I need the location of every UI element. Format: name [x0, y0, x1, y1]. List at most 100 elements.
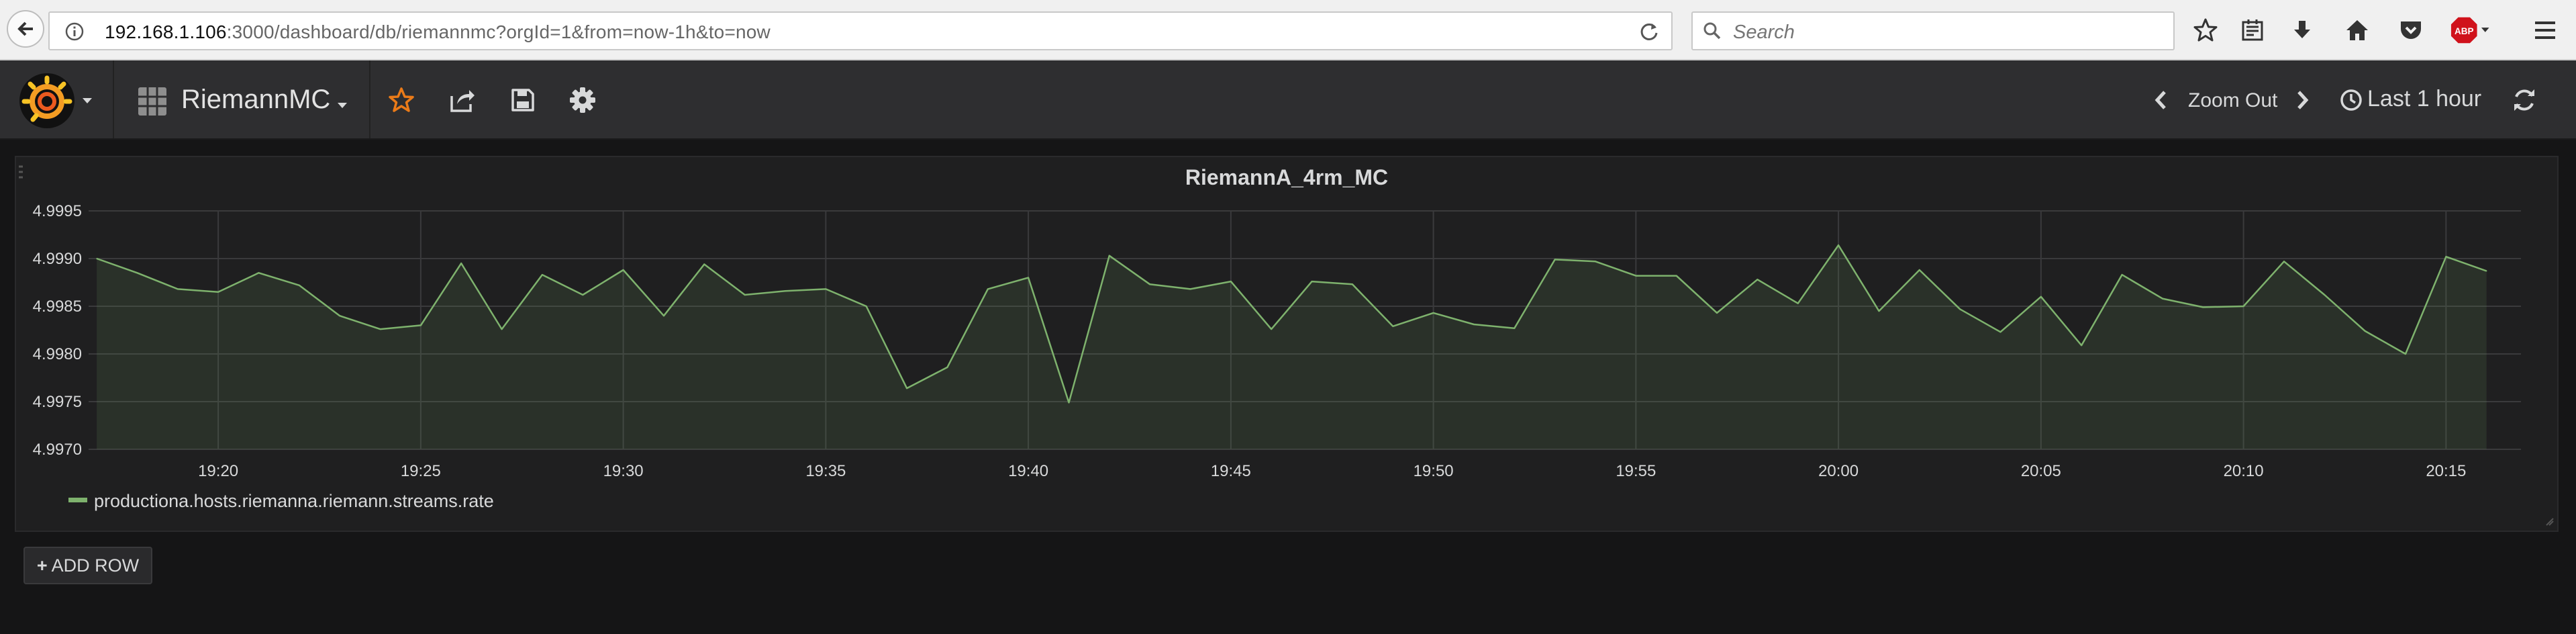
- data-point: [2162, 298, 2163, 300]
- url-bar[interactable]: 192.168.1.106:3000/dashboard/db/riemannm…: [48, 11, 1673, 50]
- data-point: [1999, 331, 2001, 333]
- info-icon[interactable]: [64, 21, 85, 42]
- data-point: [1554, 259, 1556, 261]
- x-tick-label: 19:20: [198, 462, 238, 480]
- data-point: [379, 328, 381, 330]
- data-point: [2485, 270, 2487, 272]
- grafana-menu-button[interactable]: [0, 60, 114, 138]
- share-icon: [450, 90, 475, 112]
- data-point: [1109, 255, 1110, 257]
- data-point: [1595, 261, 1596, 263]
- data-point: [1271, 328, 1273, 330]
- back-arrow-icon: [17, 21, 33, 36]
- data-point: [1756, 279, 1758, 281]
- data-point: [1919, 269, 1920, 271]
- data-point: [1838, 244, 1839, 246]
- data-point: [299, 284, 300, 286]
- dashboard-picker[interactable]: RiemannMC: [115, 60, 370, 138]
- reload-icon[interactable]: [1638, 21, 1660, 42]
- legend-series-label[interactable]: productiona.hosts.riemanna.riemann.strea…: [94, 491, 494, 511]
- x-tick-label: 19:30: [603, 462, 644, 480]
- data-point: [825, 288, 827, 290]
- adblock-icon[interactable]: ABP: [2450, 15, 2490, 45]
- legend: productiona.hosts.riemanna.riemann.strea…: [68, 491, 494, 512]
- chevron-down-icon: [2481, 28, 2490, 32]
- url-text: 192.168.1.106:3000/dashboard/db/riemannm…: [105, 21, 771, 43]
- data-point: [1635, 275, 1637, 277]
- data-point: [1432, 312, 1434, 314]
- panel-resize-handle-icon: [2546, 518, 2554, 526]
- menu-icon[interactable]: [2530, 15, 2560, 45]
- x-tick-label: 19:35: [805, 462, 846, 480]
- y-tick-label: 4.9975: [33, 393, 82, 411]
- dashboard-navbar: RiemannMC Zoom Out Last 1 hour: [0, 60, 2576, 140]
- time-picker-button[interactable]: [2336, 85, 2367, 116]
- dashboards-grid-icon: [138, 87, 166, 116]
- star-icon: [389, 87, 414, 112]
- data-point: [2242, 306, 2244, 307]
- x-tick-label: 20:15: [2426, 462, 2466, 480]
- refresh-icon: [2514, 89, 2534, 111]
- data-point: [2283, 261, 2285, 263]
- data-point: [1878, 310, 1880, 312]
- home-icon[interactable]: [2342, 15, 2372, 45]
- x-tick-label: 19:40: [1008, 462, 1048, 480]
- data-point: [1473, 324, 1475, 325]
- adblock-badge-text: ABP: [2455, 26, 2474, 36]
- refresh-button[interactable]: [2509, 85, 2540, 116]
- gear-icon: [570, 87, 595, 113]
- x-tick-label: 20:00: [1818, 462, 1859, 480]
- star-dashboard-button[interactable]: [386, 85, 417, 116]
- data-point: [2121, 274, 2123, 275]
- data-point: [1068, 402, 1070, 404]
- add-row-button[interactable]: + ADD ROW: [23, 547, 152, 584]
- data-point: [1797, 302, 1799, 304]
- chevron-left-icon: [2154, 91, 2166, 109]
- data-point: [2081, 345, 2083, 347]
- data-point: [663, 315, 664, 316]
- y-tick-label: 4.9995: [33, 202, 82, 220]
- reading-list-icon[interactable]: [2238, 15, 2267, 45]
- chevron-down-icon: [338, 103, 347, 108]
- data-point: [906, 388, 907, 389]
- data-point: [1514, 327, 1516, 329]
- download-icon[interactable]: [2287, 15, 2317, 45]
- x-tick-label: 19:45: [1211, 462, 1251, 480]
- dashboard-title: RiemannMC: [181, 85, 331, 114]
- data-point: [2040, 296, 2042, 298]
- legend-color-swatch[interactable]: [68, 498, 87, 502]
- browser-toolbar: 192.168.1.106:3000/dashboard/db/riemannm…: [0, 0, 2576, 60]
- graph-panel[interactable]: RiemannA_4rm_MC 4.9995 4.9990 4.9985 4.9980…: [15, 156, 2559, 532]
- bookmark-star-icon[interactable]: [2191, 15, 2220, 45]
- data-point: [2405, 353, 2406, 355]
- pocket-icon[interactable]: [2396, 15, 2426, 45]
- search-icon: [1703, 22, 1721, 40]
- settings-button[interactable]: [567, 85, 598, 116]
- data-point: [501, 328, 503, 330]
- series-area-fill: [97, 245, 2487, 449]
- data-point: [136, 272, 138, 274]
- grafana-logo-icon: [19, 73, 75, 128]
- zoom-out-button[interactable]: Zoom Out: [2188, 89, 2277, 112]
- data-point: [1392, 326, 1394, 327]
- url-host: 192.168.1.106: [105, 21, 227, 42]
- time-range-label[interactable]: Last 1 hour: [2367, 86, 2481, 112]
- data-point: [339, 315, 340, 316]
- y-tick-label: 4.9990: [33, 250, 82, 268]
- x-tick-label: 19:50: [1414, 462, 1454, 480]
- clock-icon: [2340, 89, 2362, 111]
- time-shift-back-button[interactable]: [2145, 85, 2176, 116]
- add-row-label: ADD ROW: [51, 555, 140, 576]
- x-tick-label: 20:10: [2224, 462, 2264, 480]
- search-input[interactable]: [1732, 18, 2164, 46]
- time-shift-forward-button[interactable]: [2287, 85, 2318, 116]
- data-point: [420, 324, 422, 326]
- x-tick-label: 20:05: [2021, 462, 2061, 480]
- chevron-down-icon: [83, 98, 92, 103]
- y-tick-label: 4.9985: [33, 298, 82, 316]
- save-dashboard-button[interactable]: [507, 85, 538, 116]
- search-box: [1691, 11, 2175, 50]
- share-dashboard-button[interactable]: [447, 85, 478, 116]
- graph-chart: 4.9995 4.9990 4.9985 4.9980 4.9975 4.9970 19:2…: [19, 165, 2554, 526]
- back-button[interactable]: [7, 10, 44, 48]
